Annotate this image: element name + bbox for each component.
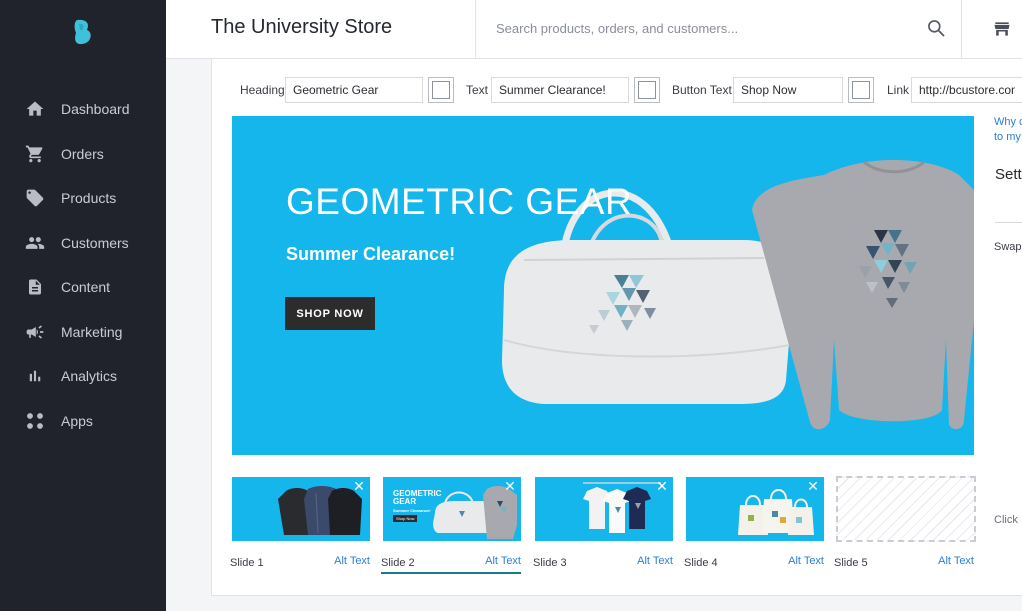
sidebar-item-apps[interactable]: Apps — [0, 401, 166, 441]
sidebar-item-label: Content — [61, 279, 111, 295]
sidebar-item-label: Customers — [61, 235, 129, 251]
home-icon — [24, 98, 46, 120]
heading-input[interactable] — [285, 77, 423, 103]
button-text-label: Button Text — [672, 83, 732, 97]
cart-icon — [24, 143, 46, 165]
settings-heading: Sett — [995, 166, 1022, 183]
empty-slide-placeholder[interactable] — [836, 476, 976, 542]
slide-label: Slide 2 — [381, 557, 415, 569]
slide-label: Slide 5 — [834, 557, 868, 569]
heading-label: Heading — [240, 83, 285, 97]
search-icon[interactable] — [926, 18, 946, 38]
slide-image — [433, 486, 517, 539]
color-swatch-inner — [432, 81, 450, 99]
color-swatch-inner — [852, 81, 870, 99]
divider — [995, 222, 1022, 223]
sidebar-item-label: Marketing — [61, 324, 123, 340]
megaphone-icon — [24, 321, 46, 343]
sidebar-item-content[interactable]: Content — [0, 267, 166, 307]
slide-thumbnail[interactable]: ✕ — [535, 477, 673, 541]
sidebar-item-customers[interactable]: Customers — [0, 223, 166, 263]
document-icon — [24, 276, 46, 298]
sidebar-item-analytics[interactable]: Analytics — [0, 356, 166, 396]
help-link-line1[interactable]: Why c — [994, 116, 1022, 128]
tag-icon — [24, 187, 46, 209]
slide-thumbnail[interactable]: GEOMETRIC GEAR Summer Clearance! Shop No… — [383, 477, 521, 541]
alt-text-link[interactable]: Alt Text — [788, 555, 824, 567]
slide-image — [738, 489, 814, 535]
sidebar-item-dashboard[interactable]: Dashboard — [0, 89, 166, 129]
sidebar-item-label: Dashboard — [61, 101, 130, 117]
button-color-picker[interactable] — [848, 77, 874, 103]
store-title: The University Store — [211, 16, 393, 38]
text-color-picker[interactable] — [634, 77, 660, 103]
alt-text-link[interactable]: Alt Text — [485, 555, 521, 567]
people-icon — [24, 232, 46, 254]
sidebar-item-label: Apps — [61, 413, 93, 429]
brand-logo-icon[interactable] — [72, 18, 94, 46]
click-hint-text: Click — [994, 514, 1018, 526]
button-text-input[interactable] — [733, 77, 843, 103]
banner-preview[interactable]: GEOMETRIC GEAR Summer Clearance! SHOP NO… — [232, 116, 974, 455]
slide-thumbnail[interactable]: ✕ — [686, 477, 824, 541]
slide-image — [583, 482, 661, 533]
sidebar-item-label: Products — [61, 190, 117, 206]
slide-label: Slide 3 — [533, 557, 567, 569]
sidebar-item-orders[interactable]: Orders — [0, 134, 166, 174]
top-header: The University Store — [166, 0, 1022, 59]
sidebar-item-marketing[interactable]: Marketing — [0, 312, 166, 352]
heading-color-picker[interactable] — [428, 77, 454, 103]
text-label: Text — [466, 83, 489, 97]
remove-slide-icon[interactable]: ✕ — [503, 479, 517, 493]
link-label: Link — [887, 83, 910, 97]
alt-text-link[interactable]: Alt Text — [637, 555, 673, 567]
banner-subheading[interactable]: Summer Clearance! — [286, 244, 455, 265]
slide-image — [278, 486, 362, 535]
storefront-icon[interactable] — [992, 19, 1012, 39]
active-slide-indicator — [381, 572, 521, 574]
sidebar-item-label: Orders — [61, 146, 104, 162]
remove-slide-icon[interactable]: ✕ — [806, 479, 820, 493]
alt-text-link[interactable]: Alt Text — [334, 555, 370, 567]
apps-grid-icon — [24, 410, 46, 432]
sidebar-item-label: Analytics — [61, 368, 118, 384]
bar-chart-icon — [24, 365, 46, 387]
alt-text-link[interactable]: Alt Text — [938, 555, 974, 567]
slide-thumbnail[interactable]: ✕ — [232, 477, 370, 541]
search-input[interactable] — [496, 17, 896, 39]
color-swatch-inner — [638, 81, 656, 99]
search-bar — [475, 0, 962, 58]
banner-heading[interactable]: GEOMETRIC GEAR — [286, 181, 632, 223]
swap-hint-text: Swap — [994, 241, 1022, 253]
shop-now-button[interactable]: SHOP NOW — [285, 297, 375, 330]
slide-label: Slide 4 — [684, 557, 718, 569]
text-input[interactable] — [491, 77, 629, 103]
help-link-line2[interactable]: to my — [994, 131, 1021, 143]
remove-slide-icon[interactable]: ✕ — [352, 479, 366, 493]
remove-slide-icon[interactable]: ✕ — [655, 479, 669, 493]
slide-label: Slide 1 — [230, 557, 264, 569]
sidebar: Dashboard Orders Products Customers Cont… — [0, 0, 166, 611]
sidebar-item-products[interactable]: Products — [0, 178, 166, 218]
link-input[interactable] — [911, 77, 1022, 103]
